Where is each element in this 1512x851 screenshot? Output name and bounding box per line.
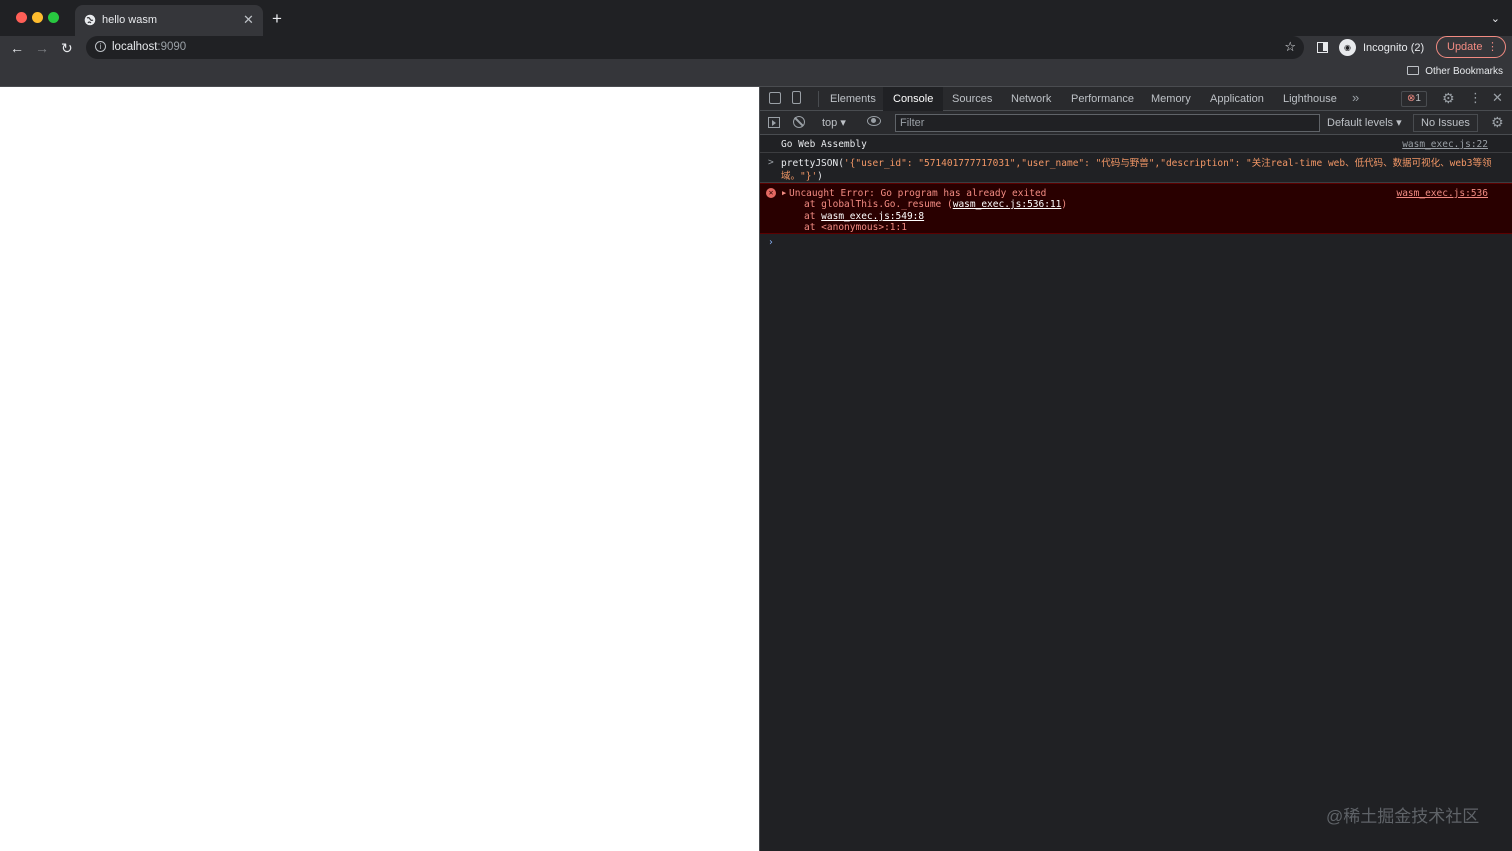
more-tabs-icon[interactable]: » <box>1352 90 1359 105</box>
live-expression-eye-icon[interactable] <box>867 116 881 126</box>
device-toolbar-icon[interactable] <box>792 91 801 104</box>
back-button[interactable]: ← <box>10 39 24 57</box>
stack-frame-1: at globalThis.Go._resume (wasm_exec.js:5… <box>804 199 1067 210</box>
tab-performance[interactable]: Performance <box>1061 87 1144 111</box>
url-text: localhost:9090 <box>112 41 186 53</box>
bookmarks-bar: Other Bookmarks <box>0 61 1512 87</box>
console-input-echo: > prettyJSON('{"user_id": "5714017777170… <box>760 153 1512 183</box>
tab-lighthouse[interactable]: Lighthouse <box>1273 87 1347 111</box>
input-function: prettyJSON( <box>781 158 844 169</box>
inspect-element-icon[interactable] <box>769 92 781 104</box>
folder-icon <box>1407 66 1420 75</box>
console-output[interactable]: Go Web Assembly wasm_exec.js:22 > pretty… <box>760 135 1512 252</box>
close-window-button[interactable] <box>16 12 27 23</box>
page-viewport[interactable] <box>0 87 759 851</box>
forward-button[interactable]: → <box>35 39 49 57</box>
clear-console-icon[interactable] <box>793 116 805 128</box>
error-text: Uncaught Error: Go program has already e… <box>789 188 1047 199</box>
divider <box>818 91 819 107</box>
stack-frame-2-prefix: at <box>804 211 822 222</box>
stack-frame-2: at wasm_exec.js:549:8 <box>804 211 924 222</box>
tab-search-icon[interactable]: ⌄ <box>1491 12 1500 25</box>
devtools-panel: Elements Console Sources Network Perform… <box>759 87 1512 851</box>
profile-label: Incognito (2) <box>1363 42 1425 54</box>
tab-sources[interactable]: Sources <box>942 87 1002 111</box>
bookmark-star-icon[interactable]: ☆ <box>1284 39 1296 55</box>
error-source-link[interactable]: wasm_exec.js:536 <box>1396 188 1488 199</box>
browser-toolbar: ← → ↻ i localhost:9090 ☆ ◉ Incognito (2)… <box>0 36 1512 61</box>
kebab-menu-icon: ⋮ <box>1487 41 1498 53</box>
input-close-paren: ) <box>817 171 823 182</box>
url-host: localhost <box>112 41 158 53</box>
incognito-icon: ◉ <box>1339 39 1356 56</box>
tab-elements[interactable]: Elements <box>820 87 886 111</box>
devtools-menu-icon[interactable]: ⋮ <box>1469 90 1482 106</box>
site-info-icon[interactable]: i <box>95 41 106 52</box>
tab-title: hello wasm <box>102 14 158 26</box>
input-caret-icon: > <box>768 157 774 168</box>
console-log-message: Go Web Assembly wasm_exec.js:22 <box>760 135 1512 153</box>
stack-frame-1-link[interactable]: wasm_exec.js:536:11 <box>953 199 1062 210</box>
input-string: '{"user_id": "571401777717031","user_nam… <box>781 158 1492 182</box>
log-levels-label: Default levels <box>1327 117 1394 129</box>
minimize-window-button[interactable] <box>32 12 43 23</box>
url-port: :9090 <box>157 41 187 53</box>
globe-icon <box>84 14 96 26</box>
stack-frame-1-suffix: ) <box>1061 199 1068 210</box>
log-levels-dropdown[interactable]: Default levels ▾ <box>1327 116 1402 129</box>
title-bar: hello wasm ✕ + ⌄ <box>0 0 1512 36</box>
error-count-badge[interactable]: ⊗1 <box>1401 91 1427 107</box>
expand-triangle-icon[interactable]: ▶ <box>782 189 786 197</box>
other-bookmarks-label: Other Bookmarks <box>1425 66 1503 77</box>
console-settings-gear-icon[interactable]: ⚙ <box>1491 114 1504 131</box>
browser-tab[interactable]: hello wasm ✕ <box>75 5 263 36</box>
devtools-tab-bar: Elements Console Sources Network Perform… <box>760 87 1512 111</box>
close-devtools-icon[interactable]: ✕ <box>1492 90 1503 106</box>
close-tab-icon[interactable]: ✕ <box>243 12 254 28</box>
log-text: Go Web Assembly <box>781 139 867 150</box>
watermark: @稀土掘金技术社区 <box>1326 807 1480 826</box>
issues-button[interactable]: No Issues <box>1413 114 1478 132</box>
side-panel-icon[interactable] <box>1317 42 1328 53</box>
tab-network[interactable]: Network <box>1001 87 1061 111</box>
update-button[interactable]: Update ⋮ <box>1436 36 1506 58</box>
show-sidebar-icon[interactable] <box>768 117 780 128</box>
console-error-message: ✕ ▶ Uncaught Error: Go program has alrea… <box>760 183 1512 234</box>
filter-placeholder: Filter <box>900 117 925 129</box>
tab-memory[interactable]: Memory <box>1141 87 1201 111</box>
context-label: top <box>822 117 838 129</box>
address-bar[interactable]: i localhost:9090 ☆ <box>86 36 1304 59</box>
console-toolbar: top ▾ Filter Default levels ▾ No Issues … <box>760 111 1512 135</box>
new-tab-button[interactable]: + <box>272 10 282 27</box>
console-prompt[interactable]: › <box>760 234 1512 252</box>
error-count: 1 <box>1415 93 1421 104</box>
stack-frame-1-prefix: at globalThis.Go._resume ( <box>804 199 953 210</box>
stack-frame-3: at <anonymous>:1:1 <box>804 222 907 233</box>
tab-console[interactable]: Console <box>883 87 944 111</box>
context-selector[interactable]: top ▾ <box>822 116 846 129</box>
other-bookmarks[interactable]: Other Bookmarks <box>1407 66 1503 77</box>
filter-input[interactable]: Filter <box>895 114 1320 132</box>
prompt-caret-icon: › <box>768 237 774 248</box>
update-label: Update <box>1447 41 1483 53</box>
settings-gear-icon[interactable]: ⚙ <box>1442 90 1455 107</box>
input-expression: prettyJSON('{"user_id": "571401777717031… <box>781 157 1496 183</box>
log-source-link[interactable]: wasm_exec.js:22 <box>1402 139 1488 150</box>
tab-application[interactable]: Application <box>1200 87 1274 111</box>
reload-button[interactable]: ↻ <box>61 39 73 57</box>
zoom-window-button[interactable] <box>48 12 59 23</box>
stack-frame-2-link[interactable]: wasm_exec.js:549:8 <box>821 211 924 222</box>
error-icon: ✕ <box>766 188 776 198</box>
